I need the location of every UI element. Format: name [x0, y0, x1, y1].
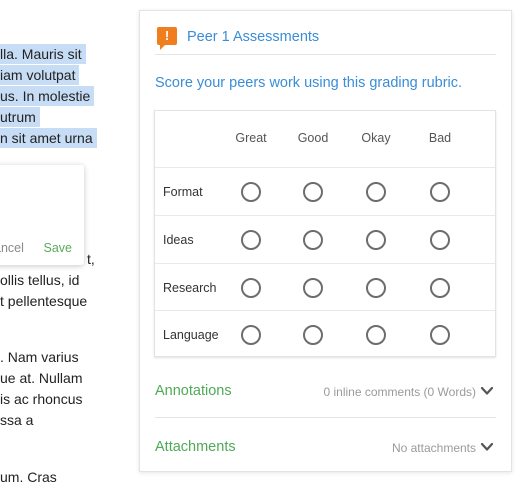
doc-line: t pellentesque	[0, 293, 88, 309]
doc-line: t,	[87, 251, 95, 267]
annotations-section[interactable]: Annotations 0 inline comments (0 Words)	[155, 362, 496, 418]
rubric-row-language: Language	[155, 310, 495, 358]
attachments-title: Attachments	[155, 439, 236, 455]
annotations-count: 0 inline comments (0 Words)	[323, 385, 477, 399]
chevron-down-icon[interactable]	[480, 440, 494, 454]
annotations-title: Annotations	[155, 383, 232, 399]
language-great-radio[interactable]	[241, 325, 261, 345]
column-bad: Bad	[428, 131, 452, 145]
doc-line: us. In molestie	[0, 86, 95, 106]
doc-line: utrum	[0, 107, 40, 127]
card-header: ! Peer 1 Assessments	[155, 27, 496, 55]
row-label: Format	[163, 185, 203, 199]
ideas-bad-radio[interactable]	[430, 230, 450, 250]
comment-popup: ancel Save	[0, 165, 84, 265]
save-button[interactable]: Save	[44, 241, 73, 255]
format-bad-radio[interactable]	[430, 182, 450, 202]
ideas-okay-radio[interactable]	[366, 230, 386, 250]
card-title: Peer 1 Assessments	[187, 29, 320, 45]
row-label: Research	[163, 281, 217, 295]
cancel-button[interactable]: ancel	[0, 241, 24, 255]
doc-line: ssa a	[0, 412, 34, 428]
format-okay-radio[interactable]	[366, 182, 386, 202]
language-bad-radio[interactable]	[430, 325, 450, 345]
research-good-radio[interactable]	[303, 278, 323, 298]
doc-line: iam volutpat	[0, 65, 80, 85]
doc-line: um. Cras	[0, 469, 57, 485]
peer-assessment-card: ! Peer 1 Assessments Score your peers wo…	[139, 10, 512, 472]
research-bad-radio[interactable]	[430, 278, 450, 298]
grading-rubric: Great Good Okay Bad Format Ideas Researc…	[154, 110, 496, 357]
chevron-down-icon[interactable]	[480, 384, 494, 398]
rubric-instructions: Score your peers work using this grading…	[155, 75, 463, 91]
row-label: Ideas	[163, 233, 194, 247]
format-good-radio[interactable]	[303, 182, 323, 202]
document-pane: lla. Mauris sit iam volutpat us. In mole…	[0, 0, 140, 487]
rubric-row-ideas: Ideas	[155, 215, 495, 263]
doc-line: ue at. Nullam	[0, 370, 83, 386]
ideas-good-radio[interactable]	[303, 230, 323, 250]
column-good: Good	[297, 131, 329, 145]
doc-line: n sit amet urna	[0, 128, 97, 148]
rubric-row-research: Research	[155, 263, 495, 311]
doc-line: . Nam varius	[0, 349, 79, 365]
alert-flag-icon: !	[157, 27, 177, 50]
attachments-section[interactable]: Attachments No attachments	[155, 418, 496, 474]
ideas-great-radio[interactable]	[241, 230, 261, 250]
doc-line: ollis tellus, id	[0, 272, 80, 288]
row-label: Language	[163, 328, 219, 342]
research-great-radio[interactable]	[241, 278, 261, 298]
format-great-radio[interactable]	[241, 182, 261, 202]
rubric-header-row: Great Good Okay Bad	[155, 111, 495, 167]
rubric-row-format: Format	[155, 167, 495, 215]
doc-line: is ac rhoncus	[0, 391, 83, 407]
doc-line: lla. Mauris sit	[0, 44, 86, 64]
attachments-status: No attachments	[391, 441, 476, 455]
column-great: Great	[235, 131, 267, 145]
language-good-radio[interactable]	[303, 325, 323, 345]
language-okay-radio[interactable]	[366, 325, 386, 345]
column-okay: Okay	[361, 131, 391, 145]
research-okay-radio[interactable]	[366, 278, 386, 298]
